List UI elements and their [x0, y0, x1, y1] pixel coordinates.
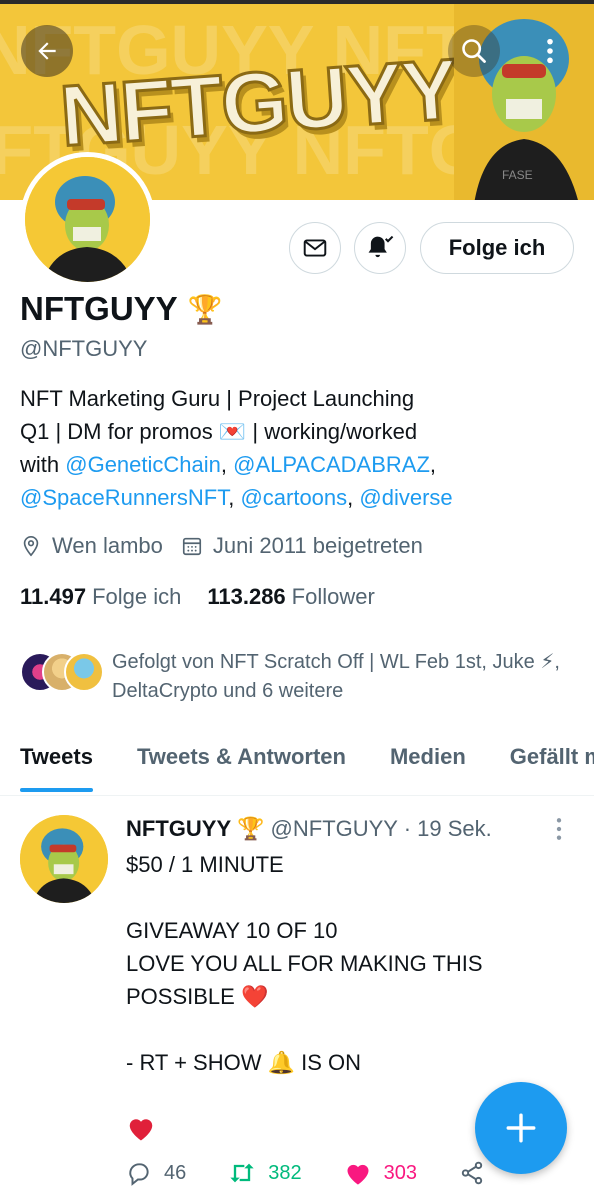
share-button[interactable] [459, 1160, 485, 1186]
tweet-handle-time: @NFTGUYY · 19 Sek. [270, 816, 492, 841]
more-vertical-icon [556, 818, 562, 840]
bio-separator: , [220, 452, 234, 477]
retweet-icon [230, 1163, 254, 1183]
search-icon [462, 39, 486, 63]
message-button[interactable] [289, 222, 341, 274]
bio-with-text: with [20, 452, 66, 477]
bio-line-4: @SpaceRunnersNFT, @cartoons, @diverse [20, 481, 580, 514]
avatar-art [25, 157, 150, 282]
tweet-text: $50 / 1 MINUTE GIVEAWAY 10 OF 10 LOVE YO… [126, 852, 483, 1075]
bio-line-1: NFT Marketing Guru | Project Launching [20, 386, 415, 411]
profile-meta: Wen lambo Juni 2011 beigetreten [20, 533, 441, 559]
like-button[interactable]: 303 [344, 1160, 417, 1186]
tab-likes[interactable]: Gefällt mir [510, 730, 594, 795]
bio-separator: , [228, 485, 241, 510]
tab-media[interactable]: Medien [390, 730, 466, 795]
mention-geneticchain[interactable]: @GeneticChain [65, 452, 221, 477]
profile-tabs: Tweets Tweets & Antworten Medien Gefällt… [0, 730, 594, 796]
bio-text-a: Q1 | DM for promos [20, 419, 213, 444]
bell-check-icon [368, 235, 394, 258]
location-text: Wen lambo [52, 533, 163, 558]
tweet-author-avatar[interactable] [20, 815, 108, 903]
tweet-heart-decoration [126, 1114, 156, 1147]
bio-text-b: | working/worked [246, 419, 418, 444]
followed-by[interactable]: Gefolgt von NFT Scratch Off | WL Feb 1st… [20, 648, 572, 706]
tab-tweets-replies[interactable]: Tweets & Antworten [137, 730, 346, 795]
bio-separator: , [429, 452, 437, 477]
retweet-button[interactable]: 382 [228, 1160, 302, 1186]
followers-label: Follower [291, 584, 375, 609]
calendar-icon [182, 537, 201, 556]
mention-diverse[interactable]: @diverse [359, 485, 452, 510]
mention-alpacadabraz[interactable]: @ALPACADABRAZ [233, 452, 430, 477]
heart-icon [129, 1119, 153, 1141]
follow-button[interactable]: Folge ich [420, 222, 574, 274]
reply-count: 46 [164, 1161, 187, 1184]
profile-bio: NFT Marketing Guru | Project Launching Q… [20, 382, 580, 514]
mention-spacerunnersnft[interactable]: @SpaceRunnersNFT [20, 485, 228, 510]
follow-counts: 11.497 Folge ich 113.286 Follower [20, 584, 375, 610]
followers-link[interactable]: 113.286 Follower [207, 584, 374, 610]
display-name: NFTGUYY 🏆 [20, 290, 223, 328]
following-count: 11.497 [20, 584, 87, 609]
tweet-actions: 46 382 303 [126, 1160, 527, 1186]
compose-tweet-button[interactable] [475, 1082, 567, 1174]
bio-line-3: with @GeneticChain, @ALPACADABRAZ, [20, 448, 580, 481]
joined-text: Juni 2011 beigetreten [212, 533, 423, 558]
joined-date: Juni 2011 beigetreten [181, 533, 423, 559]
search-button[interactable] [448, 25, 500, 77]
trophy-emoji: 🏆 [187, 293, 223, 325]
reply-button[interactable]: 46 [126, 1160, 186, 1186]
svg-text:FASE: FASE [502, 168, 533, 182]
reply-icon [129, 1163, 149, 1186]
profile-handle: @NFTGUYY [20, 336, 148, 361]
follower-avatar [64, 652, 104, 692]
notifications-button[interactable] [354, 222, 406, 274]
display-name-text: NFTGUYY [20, 290, 178, 327]
more-vertical-icon [547, 38, 553, 64]
followers-count: 113.286 [207, 584, 286, 609]
share-icon [461, 1161, 483, 1185]
retweet-count: 382 [268, 1161, 302, 1184]
follower-avatars [20, 648, 106, 692]
tweet-avatar-art [20, 815, 108, 903]
plus-icon [506, 1113, 536, 1143]
heart-icon [347, 1164, 369, 1185]
back-arrow-icon [38, 42, 56, 60]
tweet-author-name[interactable]: NFTGUYY [126, 816, 231, 842]
avatar-image [25, 157, 150, 282]
location: Wen lambo [20, 533, 163, 559]
tab-tweets[interactable]: Tweets [20, 730, 93, 795]
bio-line-2: Q1 | DM for promos 💌 | working/worked [20, 415, 580, 448]
bio-separator: , [347, 485, 360, 510]
more-options-button[interactable] [526, 25, 574, 77]
mail-icon [303, 239, 327, 257]
tweet-more-button[interactable] [552, 816, 566, 847]
trophy-emoji: 🏆 [237, 816, 265, 841]
location-icon [23, 536, 39, 557]
following-label: Folge ich [92, 584, 182, 609]
envelope-emoji: 💌 [218, 419, 247, 444]
back-button[interactable] [21, 25, 73, 77]
followed-by-text: Gefolgt von NFT Scratch Off | WL Feb 1st… [112, 651, 560, 702]
mention-cartoons[interactable]: @cartoons [240, 485, 347, 510]
following-link[interactable]: 11.497 Folge ich [20, 584, 181, 610]
like-count: 303 [383, 1161, 417, 1184]
tweet-header: NFTGUYY 🏆 @NFTGUYY · 19 Sek. [126, 816, 492, 842]
profile-avatar[interactable] [20, 152, 155, 287]
